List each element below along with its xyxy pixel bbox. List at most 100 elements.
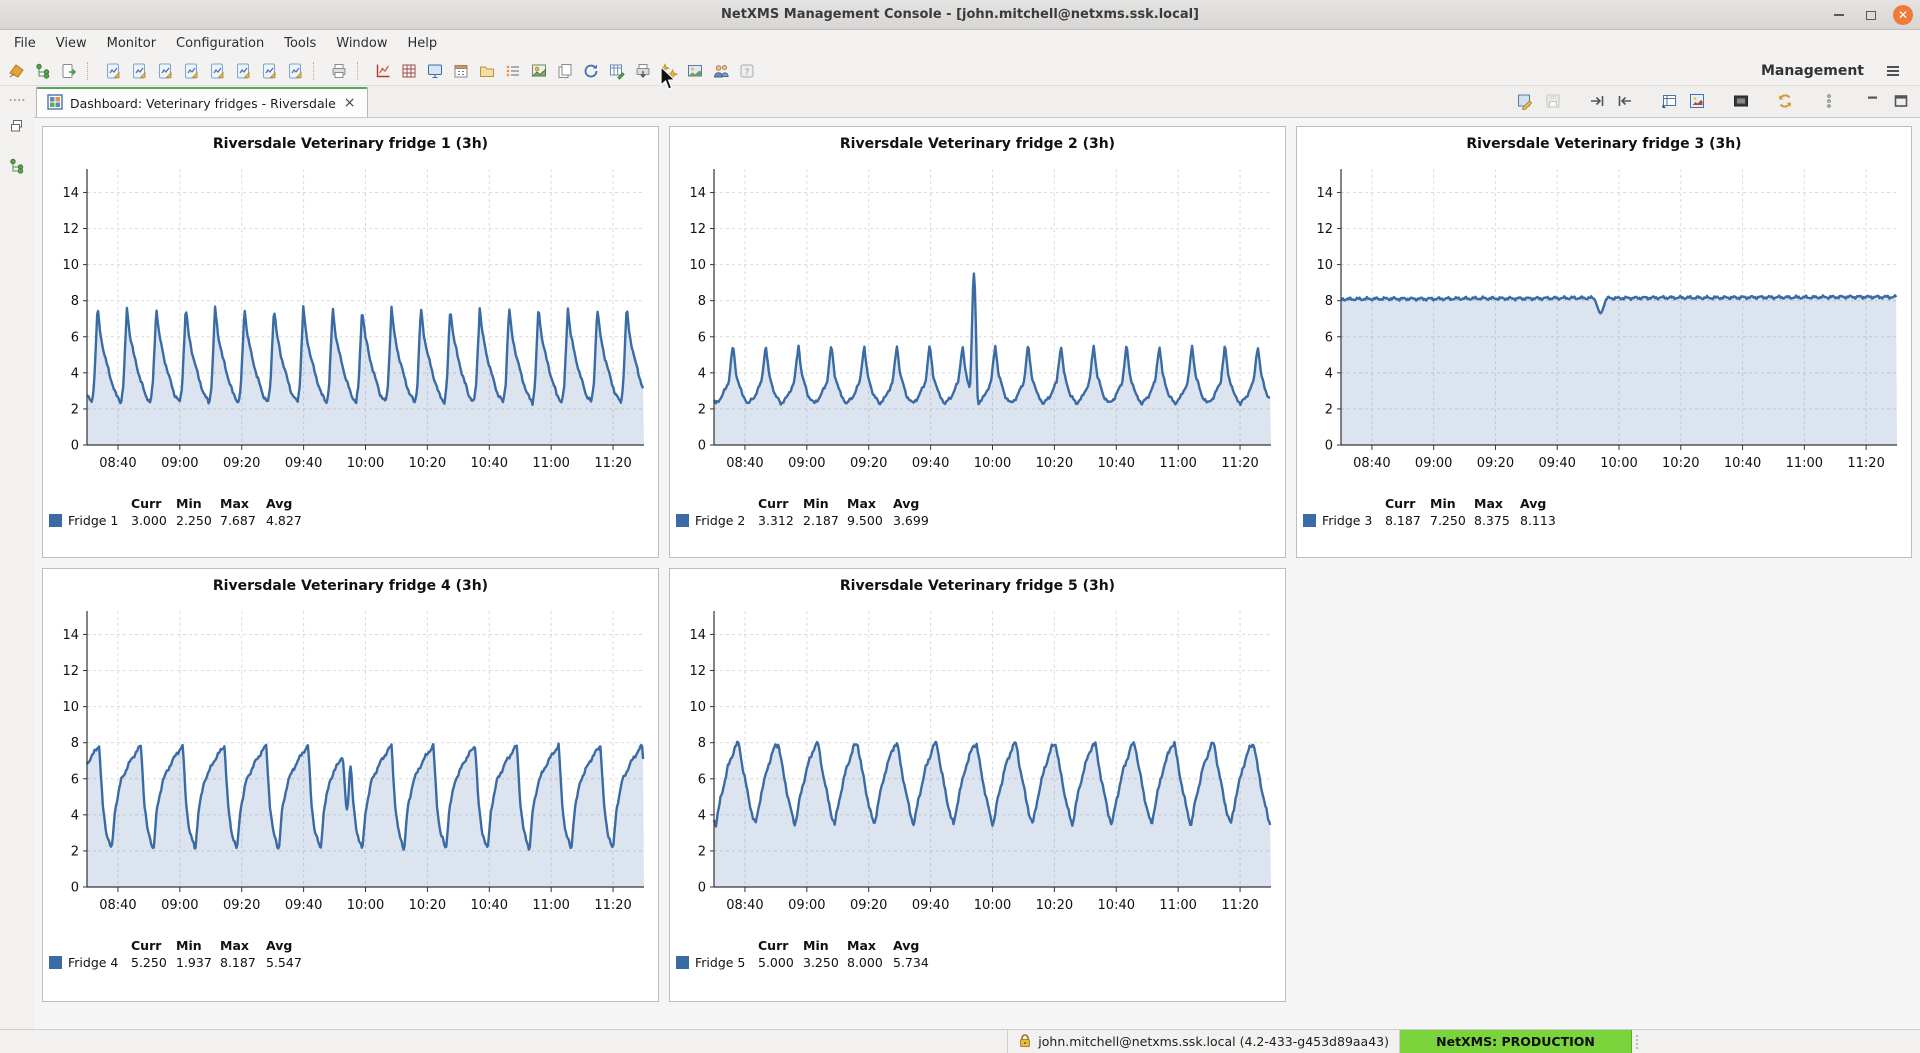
maximize-icon[interactable] [1860,4,1882,26]
print-icon[interactable] [327,59,351,83]
menu-configuration[interactable]: Configuration [166,33,274,54]
edit-icon[interactable] [1512,89,1538,113]
menu-help[interactable]: Help [398,33,448,54]
svg-text:08:40: 08:40 [726,456,763,471]
svg-text:11:00: 11:00 [1159,456,1196,471]
svg-text:10:20: 10:20 [1662,456,1699,471]
toolbar-separator [357,62,366,80]
svg-text:11:20: 11:20 [594,456,631,471]
svg-text:09:20: 09:20 [1477,456,1514,471]
monitor-icon[interactable] [423,59,447,83]
predefined-graph-icon[interactable] [101,59,125,83]
svg-text:6: 6 [71,772,79,787]
menu-window[interactable]: Window [326,33,397,54]
series-min: 1.937 [176,954,220,971]
minimize-icon[interactable] [1828,4,1850,26]
object-tree-icon[interactable] [31,59,55,83]
statusbar-grip-icon[interactable] [1632,1030,1642,1053]
predefined-graph-icon[interactable] [231,59,255,83]
folder-icon[interactable] [475,59,499,83]
help-icon[interactable]: ? [735,59,759,83]
svg-text:09:40: 09:40 [285,898,322,913]
close-icon[interactable]: ✕ [1892,4,1914,26]
event-list-icon[interactable] [501,59,525,83]
hamburger-menu-icon[interactable] [1881,59,1905,83]
chart-plot: 0246810121408:4009:0009:2009:4010:0010:2… [670,599,1285,929]
svg-text:12: 12 [62,664,79,679]
svg-text:10:40: 10:40 [1724,456,1761,471]
pin-right-icon[interactable] [1584,89,1610,113]
close-tab-icon[interactable]: × [343,96,357,110]
series-avg: 3.699 [893,512,937,529]
predefined-graph-icon[interactable] [179,59,203,83]
predefined-graph-icon[interactable] [153,59,177,83]
chart-title: Riversdale Veterinary fridge 4 (3h) [43,569,658,599]
network-map-icon[interactable] [527,59,551,83]
series-curr: 5.000 [758,954,803,971]
tabbar: Dashboard: Veterinary fridges - Riversda… [34,86,1920,118]
server-badge: NetXMS: PRODUCTION [1400,1030,1632,1053]
legend-header-max: Max [220,937,266,954]
svg-text:10:00: 10:00 [347,456,384,471]
menu-tools[interactable]: Tools [274,33,326,54]
svg-text:4: 4 [698,808,706,823]
menu-view[interactable]: View [46,33,97,54]
svg-text:2: 2 [698,402,706,417]
predefined-graph-icon[interactable] [127,59,151,83]
legend-header-min: Min [1430,495,1474,512]
print-export-icon[interactable] [631,59,655,83]
export-image-icon[interactable] [1684,89,1710,113]
svg-text:09:40: 09:40 [912,898,949,913]
svg-text:10:20: 10:20 [1036,898,1073,913]
users-icon[interactable] [709,59,733,83]
svg-text:8: 8 [1325,294,1333,309]
legend-header-min: Min [803,495,847,512]
pin-left-icon[interactable] [1612,89,1638,113]
svg-text:14: 14 [689,186,706,201]
drag-handle-icon[interactable] [6,90,28,110]
svg-text:12: 12 [62,222,79,237]
copy-icon[interactable] [553,59,577,83]
export-config-icon[interactable] [57,59,81,83]
svg-text:08:40: 08:40 [99,898,136,913]
menubar: FileViewMonitorConfigurationToolsWindowH… [0,30,1920,56]
menu-file[interactable]: File [4,33,46,54]
connect-icon[interactable] [5,59,29,83]
image-icon[interactable] [683,59,707,83]
svg-text:10:40: 10:40 [1098,898,1135,913]
view-restore-icon[interactable] [1888,89,1914,113]
fullscreen-icon[interactable] [1728,89,1754,113]
scheduler-icon[interactable] [449,59,473,83]
svg-text:4: 4 [1325,366,1333,381]
dci-summary-icon[interactable] [371,59,395,83]
series-min: 2.250 [176,512,220,529]
series-swatch [676,514,689,527]
tab-dashboard-veterinary-fridges-riversdale[interactable]: Dashboard: Veterinary fridges - Riversda… [36,87,368,117]
menu-monitor[interactable]: Monitor [97,33,166,54]
table-edit-icon[interactable] [605,59,629,83]
object-tree-icon[interactable] [6,156,28,176]
grid-view-icon[interactable] [397,59,421,83]
predefined-graph-icon[interactable] [283,59,307,83]
series-max: 7.687 [220,512,266,529]
svg-text:0: 0 [71,439,79,454]
svg-text:6: 6 [71,330,79,345]
sync-icon[interactable] [579,59,603,83]
overflow-menu-icon[interactable] [1816,89,1842,113]
save-icon[interactable] [1540,89,1566,113]
lock-icon [1018,1033,1032,1051]
series-min: 3.250 [803,954,847,971]
svg-text:11:20: 11:20 [1221,898,1258,913]
predefined-graph-icon[interactable] [257,59,281,83]
add-view-icon[interactable] [1656,89,1682,113]
svg-text:12: 12 [689,664,706,679]
chart-legend: Curr Min Max Avg Fridge 5 5.000 3.250 8.… [670,929,1285,971]
magic-icon[interactable] [657,59,681,83]
view-minimize-icon[interactable] [1860,89,1886,113]
svg-text:8: 8 [71,736,79,751]
restore-view-icon[interactable] [6,116,28,136]
refresh-icon[interactable] [1772,89,1798,113]
predefined-graph-icon[interactable] [205,59,229,83]
svg-text:10:20: 10:20 [409,898,446,913]
legend-header-curr: Curr [758,495,803,512]
